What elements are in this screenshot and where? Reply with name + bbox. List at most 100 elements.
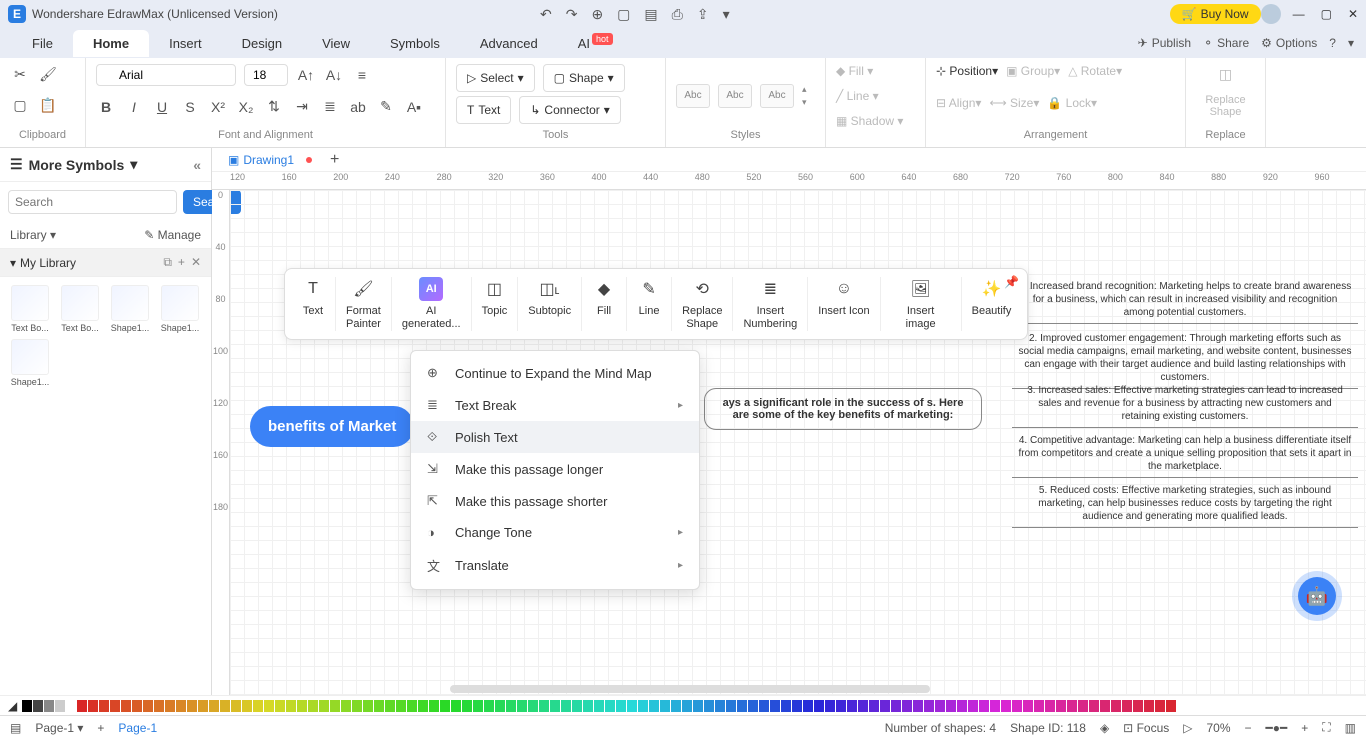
library-item[interactable]: Shape1... [108,285,152,333]
panel-icon[interactable]: ▥ [1345,721,1356,735]
export-icon[interactable]: ⇪ [697,6,709,23]
ctx-text-break[interactable]: ≣Text Break▸ [411,389,699,421]
color-swatch[interactable] [1144,700,1154,712]
color-swatch[interactable] [209,700,219,712]
mindmap-sub-topic[interactable]: ays a significant role in the success of… [704,388,982,430]
color-swatch[interactable] [671,700,681,712]
search-input[interactable] [8,190,177,214]
color-swatch[interactable] [594,700,604,712]
strike-icon[interactable]: S [180,97,200,117]
eyedropper-icon[interactable]: ◢ [8,699,17,713]
color-swatch[interactable] [572,700,582,712]
detach-icon[interactable]: ⧉ [163,255,172,270]
help-icon[interactable]: ? [1329,36,1336,50]
color-swatch[interactable] [627,700,637,712]
mindmap-detail[interactable]: 4. Competitive advantage: Marketing can … [1012,430,1358,478]
color-swatch[interactable] [858,700,868,712]
color-swatch[interactable] [132,700,142,712]
menu-view[interactable]: View [302,30,370,57]
style-up-icon[interactable]: ▴ [802,84,807,95]
color-swatch[interactable] [66,700,76,712]
color-swatch[interactable] [308,700,318,712]
spacing-icon[interactable]: ⇅ [264,97,284,117]
color-swatch[interactable] [781,700,791,712]
save-icon[interactable]: ▤ [644,6,657,23]
maximize-icon[interactable]: ▢ [1321,7,1332,21]
cut-icon[interactable]: ✂ [10,64,30,84]
pin-icon[interactable]: 📌 [1004,275,1019,289]
color-swatch[interactable] [198,700,208,712]
mindmap-main-topic[interactable]: benefits of Market [250,406,414,447]
select-tool[interactable]: ▷ Select ▾ [456,64,535,92]
color-swatch[interactable] [495,700,505,712]
color-swatch[interactable] [99,700,109,712]
zoom-slider[interactable]: ━●━ [1266,721,1288,735]
color-swatch[interactable] [484,700,494,712]
color-swatch[interactable] [1056,700,1066,712]
ft-format-painter[interactable]: 🖌Format Painter [336,277,392,331]
zoom-value[interactable]: 70% [1206,721,1230,735]
color-swatch[interactable] [825,700,835,712]
bold-icon[interactable]: B [96,97,116,117]
color-swatch[interactable] [902,700,912,712]
color-swatch[interactable] [77,700,87,712]
add-icon[interactable]: + [178,255,185,270]
ft-image[interactable]: 🖼Insert image [881,277,962,331]
superscript-icon[interactable]: X² [208,97,228,117]
color-swatch[interactable] [550,700,560,712]
color-swatch[interactable] [451,700,461,712]
color-swatch[interactable] [462,700,472,712]
ft-line[interactable]: ✎Line [627,277,672,331]
color-swatch[interactable] [880,700,890,712]
page-tab[interactable]: Page-1 [118,721,157,735]
underline-icon[interactable]: U [152,97,172,117]
color-swatch[interactable] [297,700,307,712]
color-swatch[interactable] [176,700,186,712]
ft-subtopic[interactable]: ◫˪Subtopic [518,277,582,331]
color-swatch[interactable] [1122,700,1132,712]
paste-icon[interactable]: 📋 [38,96,58,116]
ft-numbering[interactable]: ≣Insert Numbering [733,277,808,331]
color-swatch[interactable] [748,700,758,712]
color-swatch[interactable] [1012,700,1022,712]
color-swatch[interactable] [583,700,593,712]
menu-file[interactable]: File [12,30,73,57]
color-swatch[interactable] [374,700,384,712]
color-swatch[interactable] [33,700,43,712]
avatar[interactable] [1261,4,1281,24]
case-icon[interactable]: ab [348,97,368,117]
ctx-polish[interactable]: ⟐Polish Text [411,421,699,453]
scrollbar-horizontal[interactable] [450,685,930,693]
print-icon[interactable]: ⎙ [672,6,683,23]
menu-symbols[interactable]: Symbols [370,30,460,57]
menu-insert[interactable]: Insert [149,30,222,57]
library-item[interactable]: Text Bo... [8,285,52,333]
brush-icon[interactable]: 🖌 [38,64,58,84]
style-down-icon[interactable]: ▾ [802,97,807,108]
color-swatch[interactable] [154,700,164,712]
color-swatch[interactable] [88,700,98,712]
color-swatch[interactable] [407,700,417,712]
page-select[interactable]: Page-1 ▾ [35,721,83,735]
color-swatch[interactable] [957,700,967,712]
color-swatch[interactable] [935,700,945,712]
color-swatch[interactable] [968,700,978,712]
color-swatch[interactable] [1166,700,1176,712]
color-swatch[interactable] [814,700,824,712]
style-preset[interactable]: Abc [718,84,752,108]
color-swatch[interactable] [1034,700,1044,712]
color-swatch[interactable] [649,700,659,712]
color-swatch[interactable] [803,700,813,712]
color-swatch[interactable] [264,700,274,712]
color-swatch[interactable] [220,700,230,712]
dropdown-icon[interactable]: ▾ [130,156,137,173]
color-swatch[interactable] [737,700,747,712]
color-swatch[interactable] [605,700,615,712]
color-swatch[interactable] [231,700,241,712]
color-swatch[interactable] [1045,700,1055,712]
color-swatch[interactable] [1001,700,1011,712]
close-lib-icon[interactable]: ✕ [191,255,201,270]
grow-font-icon[interactable]: A↑ [296,65,316,85]
color-swatch[interactable] [726,700,736,712]
hamburger-icon[interactable]: ☰ [10,156,23,173]
